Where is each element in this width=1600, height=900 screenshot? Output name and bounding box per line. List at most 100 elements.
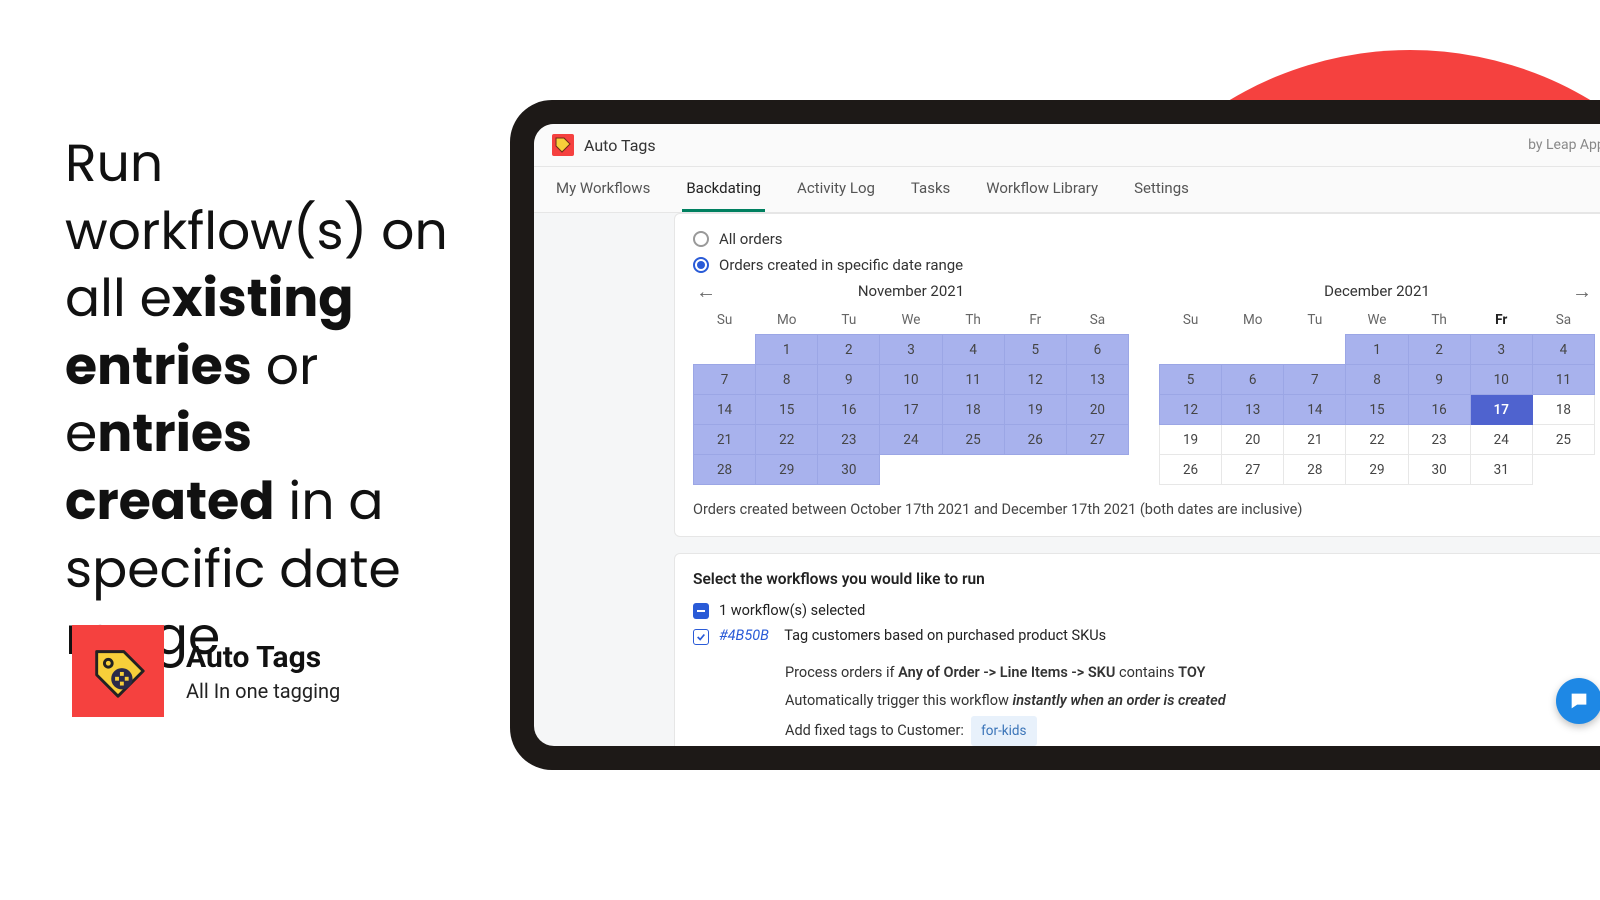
calendar-day[interactable]: 20: [1066, 395, 1128, 425]
calendar-day[interactable]: 25: [942, 425, 1004, 455]
tab-settings[interactable]: Settings: [1130, 167, 1193, 212]
workflow-title: Tag customers based on purchased product…: [784, 627, 1106, 644]
date-range-card: All orders Orders created in specific da…: [674, 213, 1600, 537]
device-frame: Auto Tags by Leap Apps My Workflows Back…: [510, 100, 1600, 770]
tag-chip: for-kids: [971, 716, 1036, 746]
calendar-day[interactable]: 30: [1408, 455, 1470, 485]
calendar-right-grid[interactable]: SuMoTuWeThFrSa12345678910111213141516171…: [1159, 306, 1595, 485]
calendar-day[interactable]: 9: [818, 365, 880, 395]
workflow-select-card: Select the workflows you would like to r…: [674, 553, 1600, 746]
calendar-day[interactable]: 29: [756, 455, 818, 485]
calendar-left-grid[interactable]: SuMoTuWeThFrSa12345678910111213141516171…: [693, 306, 1129, 485]
calendar-day[interactable]: 8: [756, 365, 818, 395]
calendar-day[interactable]: 12: [1004, 365, 1066, 395]
prev-month-icon[interactable]: ←: [693, 278, 719, 304]
calendar-day[interactable]: 11: [942, 365, 1004, 395]
app-title: Auto Tags: [584, 136, 656, 155]
selected-count-label: 1 workflow(s) selected: [719, 602, 865, 619]
calendar-day[interactable]: 4: [942, 335, 1004, 365]
calendar-day[interactable]: 28: [1284, 455, 1346, 485]
radio-all-orders[interactable]: All orders: [693, 230, 1595, 248]
calendar-day[interactable]: 29: [1346, 455, 1408, 485]
calendar-day[interactable]: 12: [1160, 395, 1222, 425]
radio-icon: [693, 257, 709, 273]
hero-headline: Run workflow(s) on all existing entries …: [65, 130, 465, 671]
checkbox-icon: [693, 629, 709, 645]
calendar-day[interactable]: 10: [1470, 365, 1532, 395]
calendar-day[interactable]: 19: [1160, 425, 1222, 455]
calendar-day[interactable]: 14: [694, 395, 756, 425]
calendar-day[interactable]: 11: [1532, 365, 1594, 395]
calendar-day[interactable]: 30: [818, 455, 880, 485]
calendar-day[interactable]: 6: [1222, 365, 1284, 395]
radio-date-range[interactable]: Orders created in specific date range: [693, 256, 1595, 274]
app-header: Auto Tags by Leap Apps: [534, 124, 1600, 167]
calendar-day[interactable]: 17: [1470, 395, 1532, 425]
app-logo-icon: [552, 134, 574, 156]
radio-label: All orders: [719, 230, 783, 248]
calendar-day[interactable]: 4: [1532, 335, 1594, 365]
calendar-day[interactable]: 22: [756, 425, 818, 455]
calendar-day[interactable]: 21: [1284, 425, 1346, 455]
next-month-icon[interactable]: →: [1569, 278, 1595, 304]
calendar-day[interactable]: 5: [1004, 335, 1066, 365]
calendar-day[interactable]: 1: [1346, 335, 1408, 365]
calendar-day[interactable]: 13: [1066, 365, 1128, 395]
calendar-day[interactable]: 23: [1408, 425, 1470, 455]
calendar-day[interactable]: 10: [880, 365, 942, 395]
calendar-day[interactable]: 31: [1470, 455, 1532, 485]
workflows-selected-count[interactable]: 1 workflow(s) selected: [693, 602, 1595, 619]
calendar-day[interactable]: 7: [694, 365, 756, 395]
calendar-day[interactable]: 13: [1222, 395, 1284, 425]
tag-icon: [87, 640, 149, 702]
radio-label: Orders created in specific date range: [719, 256, 963, 274]
tab-my-workflows[interactable]: My Workflows: [552, 167, 654, 212]
calendar-day[interactable]: 23: [818, 425, 880, 455]
calendar-day[interactable]: 15: [1346, 395, 1408, 425]
calendar-day[interactable]: 27: [1066, 425, 1128, 455]
calendar-day[interactable]: 8: [1346, 365, 1408, 395]
calendar-day[interactable]: 3: [1470, 335, 1532, 365]
calendar-day[interactable]: 9: [1408, 365, 1470, 395]
calendar-day[interactable]: 22: [1346, 425, 1408, 455]
radio-icon: [693, 231, 709, 247]
calendar-day[interactable]: 18: [1532, 395, 1594, 425]
calendar-day[interactable]: 26: [1004, 425, 1066, 455]
tab-activity-log[interactable]: Activity Log: [793, 167, 879, 212]
calendar-day[interactable]: 24: [880, 425, 942, 455]
app-badge-icon: [72, 625, 164, 717]
calendar-day[interactable]: 1: [756, 335, 818, 365]
help-fab[interactable]: [1556, 678, 1600, 724]
calendar-day[interactable]: 5: [1160, 365, 1222, 395]
app-screen: Auto Tags by Leap Apps My Workflows Back…: [534, 124, 1600, 746]
tab-bar: My Workflows Backdating Activity Log Tas…: [534, 167, 1600, 213]
calendar-day[interactable]: 25: [1532, 425, 1594, 455]
workflow-select-heading: Select the workflows you would like to r…: [693, 570, 1595, 588]
calendar-day[interactable]: 26: [1160, 455, 1222, 485]
calendar-day[interactable]: 24: [1470, 425, 1532, 455]
calendar-day[interactable]: 14: [1284, 395, 1346, 425]
calendar-day[interactable]: 21: [694, 425, 756, 455]
workflow-item[interactable]: #4B50B Tag customers based on purchased …: [693, 627, 1595, 645]
calendar-day[interactable]: 15: [756, 395, 818, 425]
calendar-day[interactable]: 6: [1066, 335, 1128, 365]
calendar-day[interactable]: 18: [942, 395, 1004, 425]
calendar-day[interactable]: 20: [1222, 425, 1284, 455]
tab-workflow-library[interactable]: Workflow Library: [982, 167, 1102, 212]
tab-tasks[interactable]: Tasks: [907, 167, 954, 212]
calendar-day[interactable]: 2: [1408, 335, 1470, 365]
calendar-day[interactable]: 27: [1222, 455, 1284, 485]
calendar-day[interactable]: 2: [818, 335, 880, 365]
calendar-day[interactable]: 28: [694, 455, 756, 485]
calendar-day[interactable]: 3: [880, 335, 942, 365]
calendar-day[interactable]: 19: [1004, 395, 1066, 425]
calendar-day[interactable]: 7: [1284, 365, 1346, 395]
calendar-left-title: November 2021: [858, 282, 964, 300]
calendar-day[interactable]: 17: [880, 395, 942, 425]
calendar-day[interactable]: 16: [818, 395, 880, 425]
calendar-day[interactable]: 16: [1408, 395, 1470, 425]
workflow-details: Process orders if Any of Order -> Line I…: [785, 659, 1595, 746]
app-byline: by Leap Apps: [1528, 137, 1600, 153]
app-badge-title: Auto Tags: [186, 640, 340, 675]
tab-backdating[interactable]: Backdating: [682, 167, 765, 212]
